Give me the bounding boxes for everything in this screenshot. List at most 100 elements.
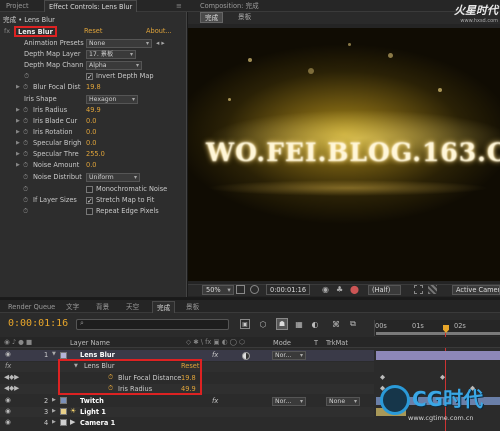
keyframe-nav-icon[interactable]: ◀◆▶ xyxy=(4,373,19,381)
invert-depth-map-checkbox[interactable] xyxy=(86,72,93,83)
noise-amount-value[interactable]: 0.0 xyxy=(86,160,97,171)
layer-name[interactable]: Light 1 xyxy=(80,408,106,416)
stopwatch-icon[interactable]: ⏱ xyxy=(23,105,28,116)
layer-label-color[interactable] xyxy=(60,419,67,426)
tab-composition[interactable]: Composition: 完成 xyxy=(196,0,263,12)
repeat-edge-checkbox[interactable] xyxy=(86,208,93,215)
graph-editor-icon[interactable]: ⌘ xyxy=(330,319,342,329)
keyframe-icon[interactable]: ◆ xyxy=(440,373,445,381)
eye-icon[interactable]: ◉ xyxy=(5,418,11,426)
specular-threshold-value[interactable]: 255.0 xyxy=(86,149,105,160)
layer-label-color[interactable] xyxy=(60,408,67,415)
work-area-bar[interactable] xyxy=(376,332,500,335)
stretch-map-checkbox[interactable] xyxy=(86,196,93,207)
iris-blade-value[interactable]: 0.0 xyxy=(86,116,97,127)
timeline-tab[interactable]: 景板 xyxy=(182,301,203,313)
draft-3d-icon[interactable]: ⬡ xyxy=(258,319,268,329)
layer-row[interactable] xyxy=(0,396,374,406)
show-snapshot-icon[interactable]: ♣ xyxy=(336,285,343,294)
eye-icon[interactable]: ◉ xyxy=(5,396,11,404)
adjustment-layer-icon[interactable] xyxy=(242,352,250,360)
depth-map-channel-dropdown[interactable]: Alpha xyxy=(86,61,142,70)
expand-triangle-icon[interactable]: ▶ xyxy=(16,127,20,138)
timeline-tab[interactable]: 完成 xyxy=(152,301,176,313)
layer-bar[interactable] xyxy=(376,351,500,360)
layer-mode-dropdown[interactable]: Nor... xyxy=(272,351,306,360)
col-header-mode[interactable]: Mode xyxy=(273,339,291,347)
layer-label-color[interactable] xyxy=(60,352,67,359)
expand-triangle-icon[interactable]: ▶ xyxy=(52,408,56,414)
magnification-dropdown[interactable]: 50% ▾ xyxy=(202,285,234,295)
expand-triangle-icon[interactable]: ▶ xyxy=(52,397,56,403)
comp-mini-flowchart-icon[interactable]: ▣ xyxy=(240,319,250,329)
about-link[interactable]: About... xyxy=(146,26,172,37)
noise-distribution-dropdown[interactable]: Uniform xyxy=(86,173,140,182)
shy-icon[interactable]: ☗ xyxy=(276,318,288,330)
tab-project[interactable]: Project xyxy=(2,0,33,12)
iris-radius-value[interactable]: 49.9 xyxy=(86,105,101,116)
layer-name[interactable]: Lens Blur xyxy=(80,351,115,359)
stopwatch-icon[interactable]: ⏱ xyxy=(23,138,28,149)
keyframe-icon[interactable]: ◆ xyxy=(380,373,385,381)
expand-triangle-icon[interactable]: ▼ xyxy=(52,351,56,357)
layer-row[interactable] xyxy=(0,407,374,417)
keyframe-nav-icon[interactable]: ◀◆▶ xyxy=(4,384,19,392)
layer-mode-dropdown[interactable]: Nor... xyxy=(272,397,306,406)
channel-icon[interactable]: ⬤ xyxy=(350,285,359,294)
col-header-trkmat[interactable]: TrkMat xyxy=(326,339,348,347)
mask-icon[interactable] xyxy=(250,285,259,294)
camera-dropdown[interactable]: Active Camera xyxy=(452,285,500,295)
timeline-search-input[interactable]: ⌕ xyxy=(76,319,229,330)
motion-blur-icon[interactable]: ◐ xyxy=(310,319,320,329)
current-time-display[interactable]: 0:00:01:16 xyxy=(8,318,68,329)
snapshot-icon[interactable]: ◉ xyxy=(322,285,329,294)
blur-focal-dist-value[interactable]: 19.8 xyxy=(86,82,101,93)
expand-triangle-icon[interactable]: ▶ xyxy=(16,160,20,171)
iris-shape-dropdown[interactable]: Hexagon xyxy=(86,95,138,104)
fx-toggle-icon[interactable]: fx xyxy=(212,397,218,405)
expand-triangle-icon[interactable]: ▶ xyxy=(16,82,20,93)
stopwatch-icon[interactable]: ⏱ xyxy=(23,82,28,93)
stopwatch-icon[interactable]: ⏱ xyxy=(23,195,28,206)
transparency-icon[interactable] xyxy=(428,285,437,294)
iris-rotation-value[interactable]: 0.0 xyxy=(86,127,97,138)
brainstorm-icon[interactable]: ⧉ xyxy=(348,319,358,329)
col-header-t[interactable]: T xyxy=(314,339,318,347)
expand-triangle-icon[interactable]: ▶ xyxy=(16,116,20,127)
eye-icon[interactable]: ◉ xyxy=(5,407,11,415)
resolution-dropdown[interactable]: (Half) xyxy=(368,285,402,295)
fx-toggle-icon[interactable]: fx xyxy=(212,351,218,359)
expand-triangle-icon[interactable]: ▶ xyxy=(16,149,20,160)
grid-icon[interactable] xyxy=(236,285,245,294)
reset-link[interactable]: Reset xyxy=(84,26,102,37)
stopwatch-icon[interactable]: ⏱ xyxy=(23,116,28,127)
timeline-tab[interactable]: Render Queue xyxy=(4,301,59,313)
close-icon[interactable]: ≡ xyxy=(176,2,182,10)
composition-viewer[interactable]: WO.FEI.BLOG.163.COM xyxy=(188,28,500,281)
stopwatch-icon[interactable]: ⏱ xyxy=(23,149,28,160)
stopwatch-icon[interactable]: ⏱ xyxy=(23,172,28,183)
layer-name[interactable]: Camera 1 xyxy=(80,419,115,427)
specular-brightness-value[interactable]: 0.0 xyxy=(86,138,97,149)
stopwatch-icon[interactable]: ⏱ xyxy=(23,127,28,138)
expand-triangle-icon[interactable]: ▶ xyxy=(16,138,20,149)
expand-triangle-icon[interactable]: ▶ xyxy=(52,419,56,425)
fx-toggle-icon[interactable]: fx xyxy=(4,26,10,37)
timeline-tab[interactable]: 背景 xyxy=(92,301,113,313)
layer-label-color[interactable] xyxy=(60,397,67,404)
timecode-display[interactable]: 0:00:01:16 xyxy=(266,284,311,295)
roi-icon[interactable] xyxy=(414,285,423,294)
depth-map-layer-dropdown[interactable]: 17. 景板 xyxy=(86,50,136,59)
monochromatic-noise-checkbox[interactable] xyxy=(86,186,93,193)
frame-blending-icon[interactable]: ▦ xyxy=(294,319,304,329)
col-header-layer-name[interactable]: Layer Name xyxy=(70,339,110,347)
preset-nav-icon[interactable]: ◂ ▸ xyxy=(156,38,165,49)
layer-row[interactable] xyxy=(0,418,374,428)
animation-presets-dropdown[interactable]: None xyxy=(86,39,152,48)
effect-name[interactable]: Lens Blur xyxy=(14,26,57,37)
eye-icon[interactable]: ◉ xyxy=(5,350,11,358)
comp-subtab-final[interactable]: 完成 xyxy=(200,12,224,23)
stopwatch-icon[interactable]: ⏱ xyxy=(23,184,28,195)
trkmat-dropdown[interactable]: None xyxy=(326,397,360,406)
layer-name[interactable]: Twitch xyxy=(80,397,104,405)
